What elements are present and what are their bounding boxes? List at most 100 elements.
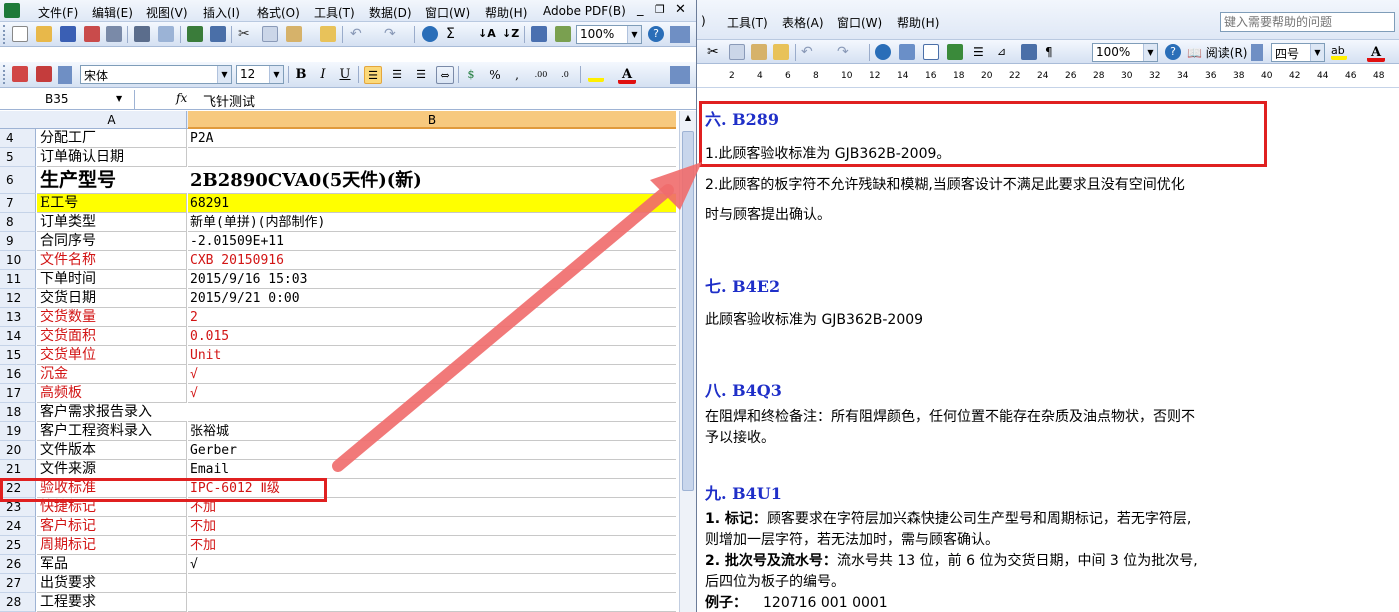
cut-icon[interactable]: ✂: [238, 26, 254, 42]
cell-a[interactable]: 文件来源: [37, 460, 187, 479]
menu-help[interactable]: 帮助(H): [485, 4, 527, 21]
menu-data[interactable]: 数据(D): [369, 4, 412, 21]
toolbar-options-icon[interactable]: [1251, 44, 1263, 61]
cell-b[interactable]: 2B2890CVA0(5天件)(新): [188, 167, 676, 194]
cell-b[interactable]: 不加: [188, 536, 676, 555]
cell-a[interactable]: 交货日期: [37, 289, 187, 308]
align-right-button[interactable]: ☰: [412, 66, 430, 84]
row-header[interactable]: 26: [0, 555, 36, 574]
cell-b[interactable]: Email: [188, 460, 676, 479]
pdf-email-icon[interactable]: [36, 66, 52, 82]
undo-icon[interactable]: ↶: [350, 26, 366, 42]
new-icon[interactable]: [12, 26, 28, 42]
underline-button[interactable]: U: [336, 66, 354, 84]
cell-b[interactable]: 2: [188, 308, 676, 327]
cell-b[interactable]: √: [188, 555, 676, 574]
bold-button[interactable]: B: [292, 66, 310, 84]
cell-a[interactable]: 交货面积: [37, 327, 187, 346]
cell-a[interactable]: 工程要求: [37, 593, 187, 612]
row-header[interactable]: 13: [0, 308, 36, 327]
menu-window[interactable]: 窗口(W): [425, 4, 470, 21]
scroll-thumb[interactable]: [682, 131, 694, 491]
row-header[interactable]: 25: [0, 536, 36, 555]
formula-input[interactable]: 飞针测试: [203, 91, 255, 110]
cell-b[interactable]: [188, 148, 676, 167]
word-font-size-combo[interactable]: 四号 ▼: [1271, 43, 1325, 62]
menu-tools[interactable]: 工具(T): [314, 4, 355, 21]
cell-b[interactable]: 新单(单拼)(内部制作): [188, 213, 676, 232]
toolbar-options-icon[interactable]: [670, 26, 690, 43]
hyperlink-icon[interactable]: [875, 44, 891, 60]
chevron-down-icon[interactable]: ▼: [1310, 44, 1324, 61]
insert-table-icon[interactable]: [923, 44, 939, 60]
row-header[interactable]: 4: [0, 129, 36, 148]
font-name-combo[interactable]: 宋体 ▼: [80, 65, 232, 84]
sheet-grid[interactable]: 4 分配工厂 P2A 5 订单确认日期 6 生产型号 2B2890CVA0(5天件)(新) 7 E…: [0, 129, 676, 612]
undo-icon[interactable]: ↶: [801, 44, 817, 60]
row-header[interactable]: 6: [0, 167, 36, 194]
cell-b[interactable]: 0.015: [188, 327, 676, 346]
chevron-down-icon[interactable]: ▼: [269, 66, 283, 83]
row-header[interactable]: 27: [0, 574, 36, 593]
cell-a[interactable]: 文件版本: [37, 441, 187, 460]
chevron-down-icon[interactable]: ▼: [116, 90, 122, 108]
row-header[interactable]: 21: [0, 460, 36, 479]
row-header[interactable]: 5: [0, 148, 36, 167]
cell-b[interactable]: √: [188, 365, 676, 384]
menu-adobe-pdf[interactable]: Adobe PDF(B): [543, 4, 626, 18]
word-menu-table[interactable]: 表格(A): [782, 14, 824, 31]
cell-b[interactable]: P2A: [188, 129, 676, 148]
toolbar-grip[interactable]: [3, 25, 6, 44]
toolbar-options-icon[interactable]: [670, 66, 690, 84]
cell-b[interactable]: [188, 574, 676, 593]
print-icon[interactable]: [134, 26, 150, 42]
chevron-down-icon[interactable]: ▼: [1143, 44, 1157, 61]
paste-icon[interactable]: [751, 44, 767, 60]
permission-icon[interactable]: [84, 26, 100, 42]
menu-view[interactable]: 视图(V): [146, 4, 188, 21]
italic-button[interactable]: I: [314, 66, 332, 84]
redo-icon[interactable]: ↷: [837, 44, 853, 60]
chevron-down-icon[interactable]: ▼: [217, 66, 231, 83]
show-hide-icon[interactable]: ¶: [1045, 44, 1061, 60]
email-icon[interactable]: [106, 26, 122, 42]
cell-b[interactable]: 2015/9/16 15:03: [188, 270, 676, 289]
drawing-icon[interactable]: ⊿: [997, 44, 1013, 60]
chevron-down-icon[interactable]: ▼: [627, 26, 641, 43]
format-painter-icon[interactable]: [773, 44, 789, 60]
help-search-input[interactable]: [1220, 12, 1395, 32]
research-icon[interactable]: [210, 26, 226, 42]
cell-b[interactable]: Gerber: [188, 441, 676, 460]
cell-b[interactable]: 不加: [188, 517, 676, 536]
format-painter-icon[interactable]: [320, 26, 336, 42]
cell-b[interactable]: 张裕城: [188, 422, 676, 441]
chart-wizard-icon[interactable]: [531, 26, 547, 42]
row-header[interactable]: 7: [0, 194, 36, 213]
cell-b[interactable]: 68291: [188, 194, 676, 213]
fx-icon[interactable]: fx: [176, 91, 187, 105]
cell-b[interactable]: 2015/9/21 0:00: [188, 289, 676, 308]
zoom-combo[interactable]: 100% ▼: [576, 25, 642, 44]
close-icon[interactable]: ✕: [675, 2, 686, 17]
sort-ascending-icon[interactable]: ↓A: [478, 26, 496, 42]
columns-icon[interactable]: ☰: [973, 44, 989, 60]
word-menu-tools[interactable]: 工具(T): [727, 14, 768, 31]
name-box[interactable]: B35 ▼: [0, 90, 135, 109]
row-header[interactable]: 9: [0, 232, 36, 251]
cell-a[interactable]: 沉金: [37, 365, 187, 384]
print-preview-icon[interactable]: [158, 26, 174, 42]
pdf-convert-icon[interactable]: [12, 66, 28, 82]
cell-b[interactable]: [188, 593, 676, 612]
toolbar-options-icon[interactable]: [58, 66, 72, 84]
currency-button[interactable]: $: [462, 66, 480, 84]
cell-a[interactable]: 客户需求报告录入: [37, 403, 187, 422]
excel-app-icon[interactable]: [4, 3, 20, 18]
align-center-button[interactable]: ☰: [388, 66, 406, 84]
percent-button[interactable]: %: [486, 66, 504, 84]
word-menu-window[interactable]: 窗口(W): [837, 14, 882, 31]
cell-a[interactable]: 分配工厂: [37, 129, 187, 148]
column-header-b[interactable]: B: [188, 111, 676, 129]
row-header[interactable]: 11: [0, 270, 36, 289]
sort-descending-icon[interactable]: ↓Z: [502, 26, 519, 42]
read-mode-button[interactable]: 📖 阅读(R): [1187, 44, 1247, 61]
